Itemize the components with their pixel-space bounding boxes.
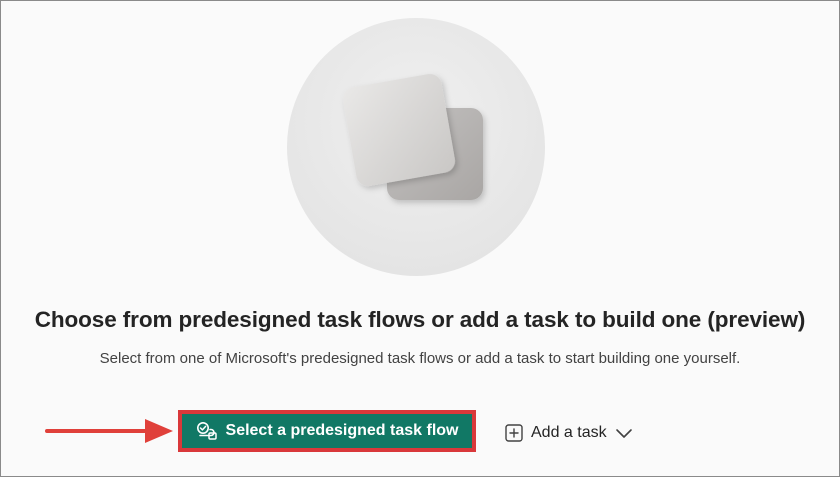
arrow-right-icon (45, 419, 173, 443)
add-task-label: Add a task (531, 424, 607, 441)
empty-state-description: Select from one of Microsoft's predesign… (99, 350, 741, 367)
task-flow-icon (196, 422, 217, 440)
select-task-flow-button-highlight: Select a predesigned task flow (178, 410, 476, 452)
empty-state-title: Choose from predesigned task flows or ad… (34, 307, 806, 332)
task-flow-illustration (287, 18, 545, 276)
task-flow-empty-state: Choose from predesigned task flows or ad… (0, 0, 840, 477)
chevron-down-icon (615, 429, 632, 438)
select-task-flow-label: Select a predesigned task flow (225, 422, 459, 439)
add-task-button[interactable]: Add a task (505, 421, 633, 445)
add-square-icon (505, 424, 523, 442)
select-task-flow-button[interactable]: Select a predesigned task flow (182, 414, 472, 448)
